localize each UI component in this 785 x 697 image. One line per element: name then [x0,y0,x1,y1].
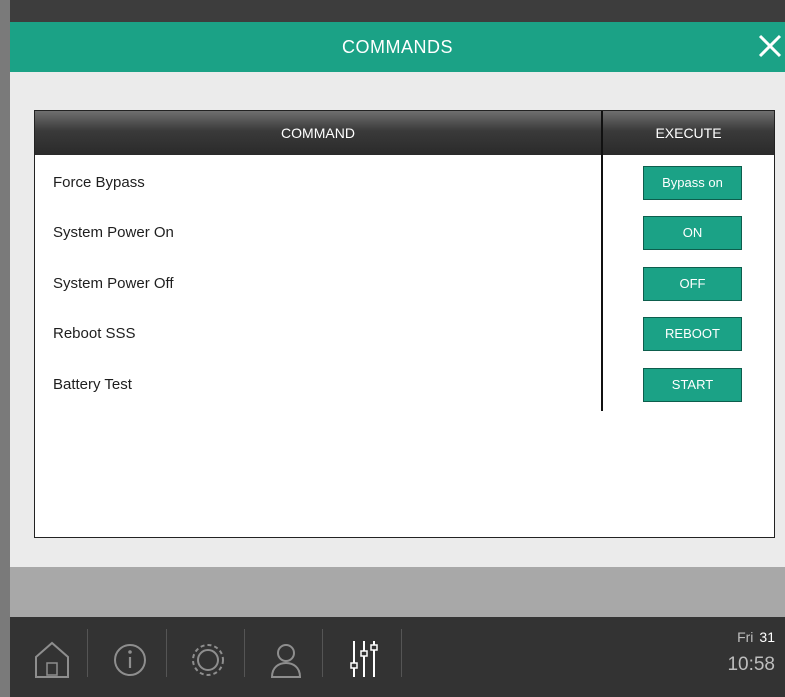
bypass-on-button[interactable]: Bypass on [643,166,742,200]
day-label: Fri [737,629,754,645]
sliders-icon [350,641,378,677]
nav-home[interactable] [24,627,80,683]
nav-divider [244,629,245,677]
nav-divider [87,629,88,677]
nav-divider [401,629,402,677]
gear-icon [192,644,224,676]
nav-user[interactable] [258,627,314,683]
commands-panel: COMMAND EXECUTE Force Bypass Bypass on S… [10,72,785,567]
table-row: System Power On ON [35,209,774,259]
nav-controls[interactable] [336,627,392,683]
power-off-button[interactable]: OFF [643,267,742,301]
info-icon [114,644,146,676]
nav-info[interactable] [102,627,158,683]
start-button[interactable]: START [643,368,742,402]
clock: 10:58 [727,654,775,675]
date-number: 31 [759,629,775,645]
page-title: COMMANDS [342,37,453,57]
table-row: Force Bypass Bypass on [35,159,774,209]
command-label: System Power On [53,224,174,241]
user-icon [270,644,302,678]
close-icon [758,34,782,58]
date-display: Fri 31 [737,629,775,645]
commands-table: COMMAND EXECUTE Force Bypass Bypass on S… [34,110,775,538]
spacer-band [10,567,785,617]
table-row: Battery Test START [35,361,774,411]
top-strip [10,0,785,22]
table-row: System Power Off OFF [35,260,774,310]
nav-settings[interactable] [180,627,236,683]
power-on-button[interactable]: ON [643,216,742,250]
nav-divider [166,629,167,677]
reboot-button[interactable]: REBOOT [643,317,742,351]
command-label: System Power Off [53,275,174,292]
home-icon [35,641,69,678]
column-header-execute: EXECUTE [655,125,722,141]
table-row: Reboot SSS REBOOT [35,310,774,360]
command-label: Battery Test [53,376,132,393]
column-header-command: COMMAND [281,125,355,141]
command-label: Reboot SSS [53,325,136,342]
bottom-navbar: Fri 31 10:58 [10,617,785,697]
title-bar: COMMANDS [10,22,785,72]
nav-divider [322,629,323,677]
table-header: COMMAND EXECUTE [35,111,774,155]
close-button[interactable] [755,31,785,61]
command-label: Force Bypass [53,174,145,191]
